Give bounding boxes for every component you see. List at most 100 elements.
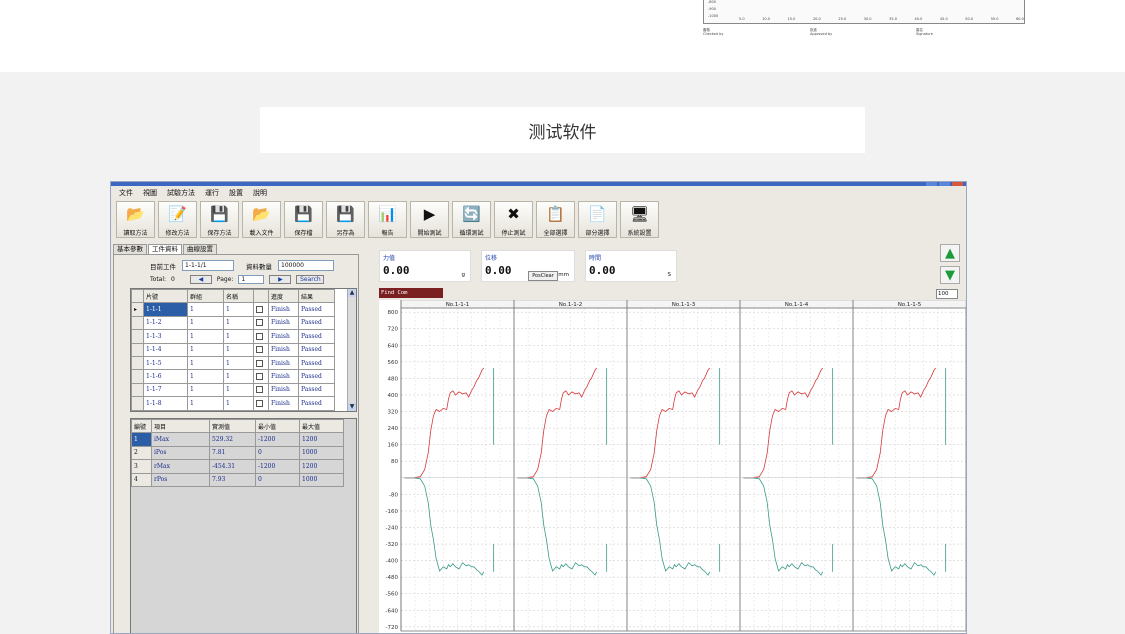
current-workpiece-field[interactable]: 1-1-1/1 <box>182 260 234 271</box>
piece-id-cell[interactable]: 1-1-2 <box>143 315 188 331</box>
scroll-up-icon[interactable]: ▲ <box>348 289 356 297</box>
tab-curve-settings[interactable]: 曲線設置 <box>183 244 217 254</box>
move-down-arrow-icon[interactable]: ▼ <box>940 266 960 284</box>
group-cell[interactable]: 1 <box>187 329 224 344</box>
name-cell[interactable]: 1 <box>223 369 254 384</box>
results-cell[interactable]: 3 <box>131 459 152 474</box>
stop-test-button[interactable]: ✖ 停止測試 <box>494 201 533 238</box>
progress-cell[interactable]: Finish <box>268 315 299 331</box>
progress-cell[interactable]: Finish <box>268 396 299 411</box>
table-row[interactable]: 4 rPos 7.93 0 1000 <box>131 472 344 487</box>
scroll-down-icon[interactable]: ▼ <box>348 403 356 411</box>
piece-id-cell[interactable]: 1-1-4 <box>143 342 188 357</box>
workpiece-col-header[interactable]: 群組 <box>187 289 224 304</box>
select-checkbox[interactable] <box>256 332 263 340</box>
result-cell[interactable]: Passed <box>298 302 335 317</box>
select-checkbox-cell[interactable] <box>253 315 269 331</box>
search-button[interactable]: Search <box>296 275 325 284</box>
results-cell[interactable]: 4 <box>131 472 152 487</box>
name-cell[interactable]: 1 <box>223 342 254 357</box>
menu-file[interactable]: 文件 <box>119 188 133 198</box>
tab-workpiece-data[interactable]: 工件資料 <box>148 244 182 254</box>
menu-help[interactable]: 說明 <box>253 188 267 198</box>
save-as-button[interactable]: 💾 另存為 <box>326 201 365 238</box>
table-row[interactable]: 1-1-7 1 1 Finish Passed <box>131 382 335 398</box>
edit-method-button[interactable]: 📝 修改方法 <box>158 201 197 238</box>
progress-cell[interactable]: Finish <box>268 302 299 317</box>
table-row[interactable]: 3 rMax -454.31 -1200 1200 <box>131 459 344 474</box>
workpiece-col-header[interactable] <box>253 289 269 304</box>
save-file-button[interactable]: 💾 保存檔 <box>284 201 323 238</box>
results-cell[interactable]: 1000 <box>299 472 344 487</box>
minimize-button[interactable] <box>926 182 937 186</box>
table-row[interactable]: 1-1-4 1 1 Finish Passed <box>131 342 335 357</box>
table-row[interactable]: ▸ 1-1-1 1 1 Finish Passed <box>131 302 335 317</box>
results-cell[interactable]: rPos <box>151 472 210 487</box>
group-cell[interactable]: 1 <box>187 396 224 411</box>
group-cell[interactable]: 1 <box>187 315 224 331</box>
select-checkbox-cell[interactable] <box>253 342 269 357</box>
select-checkbox[interactable] <box>256 359 263 367</box>
maximize-button[interactable] <box>939 182 950 186</box>
results-cell[interactable]: iPos <box>151 445 210 461</box>
result-cell[interactable]: Passed <box>298 382 335 398</box>
name-cell[interactable]: 1 <box>223 382 254 398</box>
read-method-button[interactable]: 📂 讀取方法 <box>116 201 155 238</box>
select-checkbox[interactable] <box>256 399 263 407</box>
table-row[interactable]: 1-1-3 1 1 Finish Passed <box>131 329 335 344</box>
progress-cell[interactable]: Finish <box>268 369 299 384</box>
name-cell[interactable]: 1 <box>223 302 254 317</box>
workpiece-col-header[interactable]: 進度 <box>268 289 299 304</box>
result-cell[interactable]: Passed <box>298 355 335 371</box>
group-cell[interactable]: 1 <box>187 342 224 357</box>
piece-id-cell[interactable]: 1-1-8 <box>143 396 188 411</box>
select-checkbox[interactable] <box>256 346 263 354</box>
start-test-button[interactable]: ▶ 開始測試 <box>410 201 449 238</box>
workpiece-table-scrollbar[interactable]: ▲ ▼ <box>347 289 356 411</box>
results-cell[interactable]: 1 <box>131 432 152 447</box>
piece-id-cell[interactable]: 1-1-6 <box>143 369 188 384</box>
group-cell[interactable]: 1 <box>187 355 224 371</box>
results-col-header[interactable]: 項目 <box>151 419 210 434</box>
menu-test-method[interactable]: 試驗方法 <box>167 188 195 198</box>
progress-cell[interactable]: Finish <box>268 329 299 344</box>
select-checkbox[interactable] <box>256 306 263 314</box>
move-up-arrow-icon[interactable]: ▲ <box>940 244 960 262</box>
select-checkbox[interactable] <box>256 373 263 381</box>
cycle-test-button[interactable]: 🔄 循環測試 <box>452 201 491 238</box>
results-cell[interactable]: 7.81 <box>209 445 256 461</box>
select-checkbox-cell[interactable] <box>253 369 269 384</box>
select-checkbox[interactable] <box>256 319 263 327</box>
results-cell[interactable]: 529.32 <box>209 432 256 447</box>
results-col-header[interactable]: 最大值 <box>299 419 344 434</box>
workpiece-col-header[interactable]: 名稱 <box>223 289 254 304</box>
results-col-header[interactable]: 編號 <box>131 419 152 434</box>
results-cell[interactable]: 2 <box>131 445 152 461</box>
menu-view[interactable]: 視圖 <box>143 188 157 198</box>
select-part-button[interactable]: 📄 部分選擇 <box>578 201 617 238</box>
results-cell[interactable]: 0 <box>255 472 300 487</box>
table-row[interactable]: 1-1-6 1 1 Finish Passed <box>131 369 335 384</box>
results-cell[interactable]: -1200 <box>255 459 300 474</box>
results-cell[interactable]: 1200 <box>299 459 344 474</box>
load-file-button[interactable]: 📂 載入文件 <box>242 201 281 238</box>
result-cell[interactable]: Passed <box>298 369 335 384</box>
results-cell[interactable]: iMax <box>151 432 210 447</box>
report-button[interactable]: 📊 報告 <box>368 201 407 238</box>
workpiece-col-header[interactable]: 片號 <box>143 289 188 304</box>
table-row[interactable]: 1-1-5 1 1 Finish Passed <box>131 355 335 371</box>
results-cell[interactable]: 1000 <box>299 445 344 461</box>
prev-page-button[interactable]: ◀ <box>189 275 212 284</box>
name-cell[interactable]: 1 <box>223 396 254 411</box>
select-checkbox-cell[interactable] <box>253 302 269 317</box>
results-col-header[interactable]: 最小值 <box>255 419 300 434</box>
select-checkbox-cell[interactable] <box>253 355 269 371</box>
table-row[interactable]: 2 iPos 7.81 0 1000 <box>131 445 344 461</box>
menu-settings[interactable]: 設置 <box>229 188 243 198</box>
next-page-button[interactable]: ▶ <box>269 275 292 284</box>
piece-id-cell[interactable]: 1-1-7 <box>143 382 188 398</box>
select-checkbox[interactable] <box>256 386 263 394</box>
close-button[interactable] <box>952 182 963 186</box>
table-row[interactable]: 1-1-2 1 1 Finish Passed <box>131 315 335 331</box>
pos-clear-button[interactable]: PosClear <box>528 271 558 281</box>
